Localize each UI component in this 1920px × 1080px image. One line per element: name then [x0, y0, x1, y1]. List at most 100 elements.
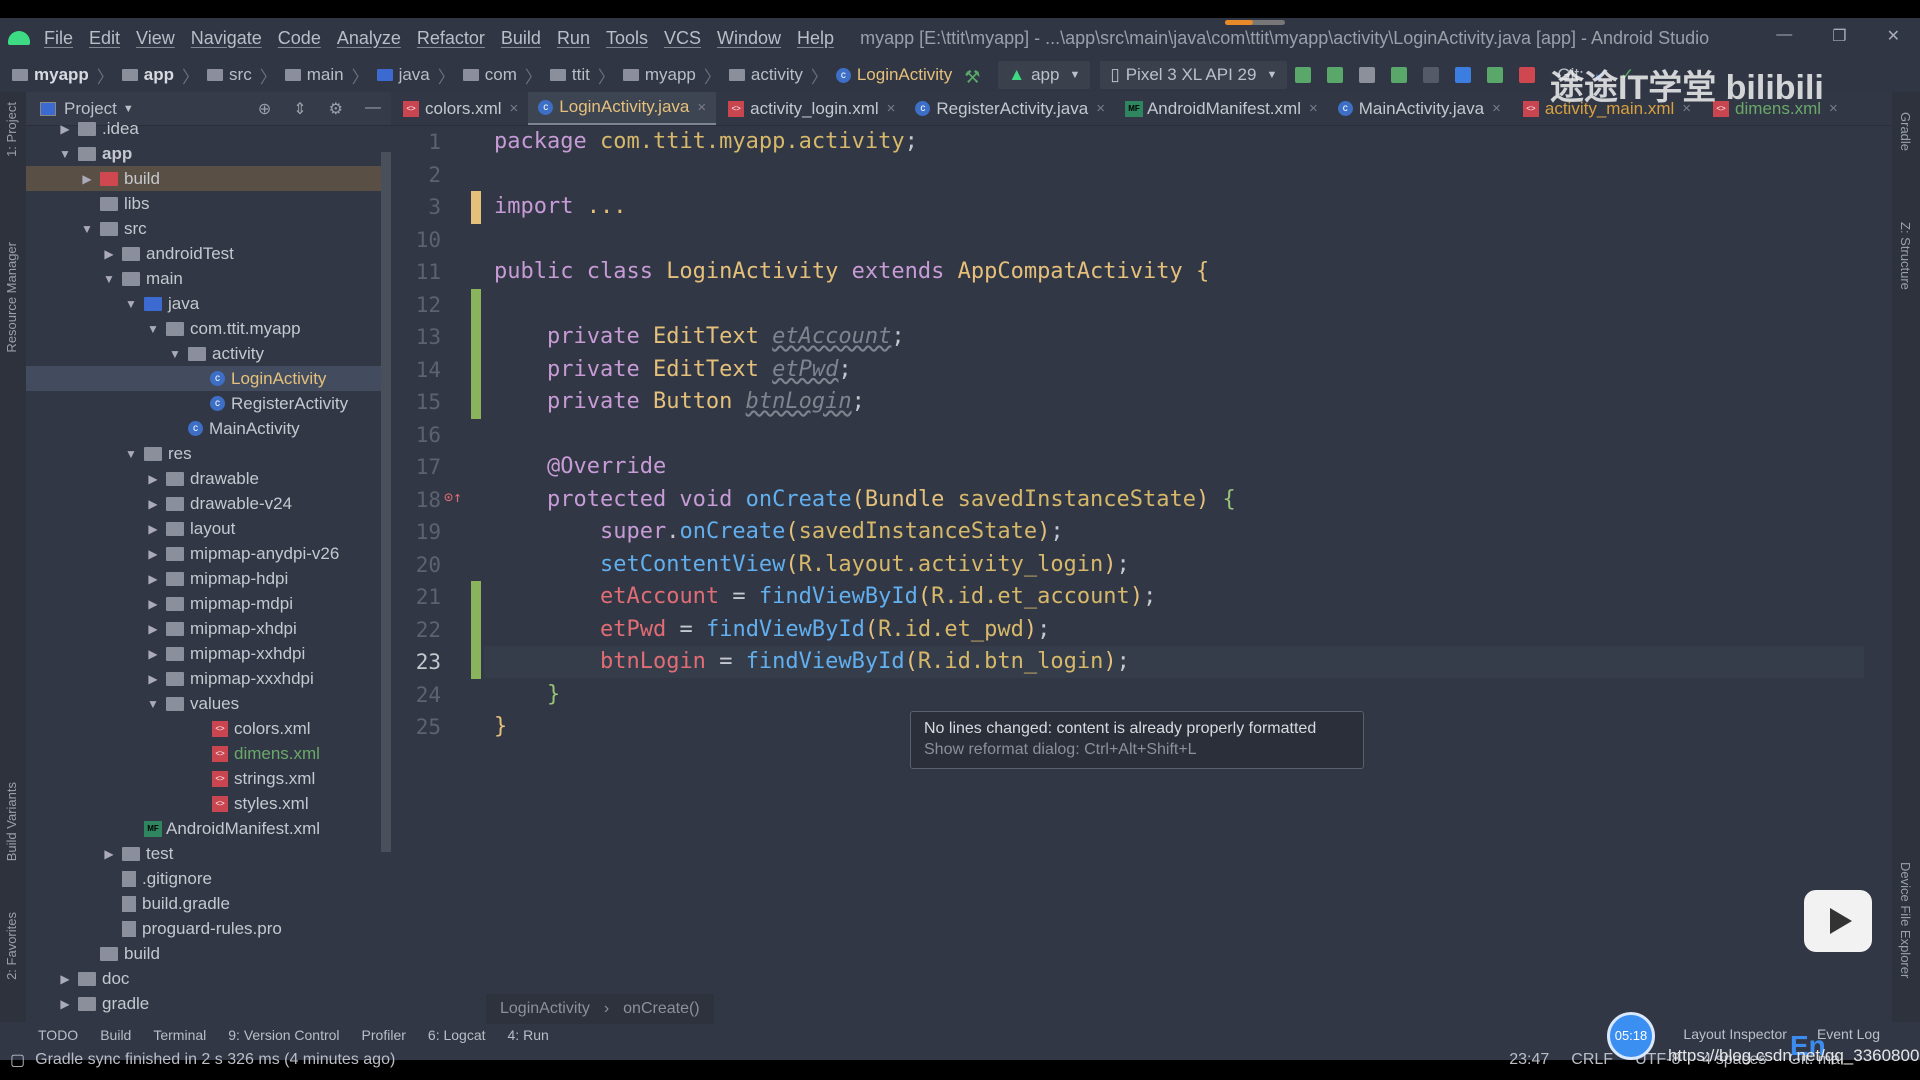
tree-item[interactable]: ▶ .idea: [26, 116, 391, 141]
apply-changes-icon[interactable]: [1295, 67, 1312, 83]
expanded-arrow-icon[interactable]: ▼: [124, 297, 138, 311]
tree-item[interactable]: <> colors.xml: [26, 716, 391, 741]
override-marker-icon[interactable]: ⊙↑: [444, 488, 462, 506]
menu-edit[interactable]: Edit: [89, 28, 120, 48]
breadcrumb-item[interactable]: app: [118, 65, 178, 85]
favorites-tab[interactable]: 2: Favorites: [4, 912, 19, 980]
minimize-button[interactable]: —: [1776, 26, 1792, 46]
tree-item[interactable]: ▶ build: [26, 166, 391, 191]
collapsed-arrow-icon[interactable]: ▶: [102, 847, 116, 861]
code-line[interactable]: private EditText etPwd;: [494, 354, 852, 386]
tree-item[interactable]: MF AndroidManifest.xml: [26, 816, 391, 841]
restore-button[interactable]: ❐: [1832, 26, 1846, 46]
tree-item[interactable]: ▶ drawable-v24: [26, 491, 391, 516]
collapsed-arrow-icon[interactable]: ▶: [102, 247, 116, 261]
breadcrumb-item[interactable]: myapp: [619, 65, 700, 85]
profile-icon[interactable]: [1455, 67, 1472, 83]
menu-help[interactable]: Help: [797, 28, 834, 48]
code-line[interactable]: protected void onCreate(Bundle savedInst…: [494, 484, 1236, 516]
menu-navigate[interactable]: Navigate: [191, 28, 262, 48]
menu-view[interactable]: View: [136, 28, 175, 48]
close-tab-icon[interactable]: ×: [887, 100, 896, 117]
menu-code[interactable]: Code: [278, 28, 321, 48]
collapsed-arrow-icon[interactable]: ▶: [146, 647, 160, 661]
menu-run[interactable]: Run: [557, 28, 590, 48]
resource-manager-tab[interactable]: Resource Manager: [4, 242, 19, 353]
editor-tab[interactable]: MF AndroidManifest.xml ×: [1115, 92, 1328, 125]
device-file-explorer-tab[interactable]: Device File Explorer: [1898, 862, 1913, 978]
tree-item[interactable]: proguard-rules.pro: [26, 916, 391, 941]
layout-inspector-button[interactable]: Layout Inspector: [1683, 1026, 1787, 1042]
collapsed-arrow-icon[interactable]: ▶: [146, 597, 160, 611]
tree-item[interactable]: build.gradle: [26, 891, 391, 916]
menu-file[interactable]: File: [44, 28, 73, 48]
editor-tab[interactable]: <> activity_login.xml ×: [716, 92, 905, 125]
tree-item[interactable]: ▶ mipmap-xxxhdpi: [26, 666, 391, 691]
expanded-arrow-icon[interactable]: ▼: [146, 697, 160, 711]
tooltip-hint[interactable]: Show reformat dialog: Ctrl+Alt+Shift+L: [924, 741, 1350, 759]
tree-item[interactable]: ▶ layout: [26, 516, 391, 541]
project-scrollbar[interactable]: [381, 152, 391, 852]
tree-item[interactable]: ▼ activity: [26, 341, 391, 366]
tree-item[interactable]: <> strings.xml: [26, 766, 391, 791]
build-variants-tab[interactable]: Build Variants: [4, 782, 19, 861]
tree-item[interactable]: build: [26, 941, 391, 966]
breadcrumb-item[interactable]: main: [281, 65, 348, 85]
expanded-arrow-icon[interactable]: ▼: [168, 347, 182, 361]
expanded-arrow-icon[interactable]: ▼: [80, 222, 94, 236]
collapsed-arrow-icon[interactable]: ▶: [146, 547, 160, 561]
structure-tab[interactable]: Z: Structure: [1898, 222, 1913, 290]
menu-build[interactable]: Build: [501, 28, 541, 48]
expanded-arrow-icon[interactable]: ▼: [102, 272, 116, 286]
tree-item[interactable]: ▶ mipmap-xhdpi: [26, 616, 391, 641]
tree-item[interactable]: libs: [26, 191, 391, 216]
run-config-select[interactable]: ▲ app ▼: [998, 61, 1091, 89]
tree-item[interactable]: ▼ app: [26, 141, 391, 166]
close-tab-icon[interactable]: ×: [1096, 100, 1105, 117]
video-play-icon[interactable]: [1804, 890, 1872, 952]
debug-icon[interactable]: [1391, 67, 1408, 83]
change-marker[interactable]: [471, 288, 481, 419]
collapsed-arrow-icon[interactable]: ▶: [58, 997, 72, 1011]
menu-analyze[interactable]: Analyze: [337, 28, 401, 48]
collapsed-arrow-icon[interactable]: ▶: [146, 672, 160, 686]
tree-item[interactable]: c RegisterActivity: [26, 391, 391, 416]
tree-item[interactable]: ▶ test: [26, 841, 391, 866]
caret-position[interactable]: 23:47: [1509, 1051, 1549, 1069]
tree-item[interactable]: c LoginActivity: [26, 366, 391, 391]
expanded-arrow-icon[interactable]: ▼: [124, 447, 138, 461]
expanded-arrow-icon[interactable]: ▼: [146, 322, 160, 336]
editor-tab[interactable]: c MainActivity.java ×: [1328, 92, 1511, 125]
code-line[interactable]: }: [494, 679, 560, 711]
gradle-tab[interactable]: Gradle: [1898, 112, 1913, 151]
collapsed-arrow-icon[interactable]: ▶: [146, 472, 160, 486]
breadcrumb-item[interactable]: myapp: [8, 65, 93, 85]
make-project-icon[interactable]: ⚒: [964, 67, 980, 87]
tree-item[interactable]: ▼ res: [26, 441, 391, 466]
close-tab-icon[interactable]: ×: [510, 100, 519, 117]
stop-icon[interactable]: [1519, 67, 1536, 83]
coverage-icon[interactable]: [1423, 67, 1440, 83]
attach-debugger-icon[interactable]: [1487, 67, 1504, 83]
tool-window-todo[interactable]: TODO: [38, 1027, 78, 1043]
code-line[interactable]: private Button btnLogin;: [494, 386, 865, 418]
tool-window--run[interactable]: 4: Run: [508, 1027, 549, 1043]
tree-item[interactable]: ▼ src: [26, 216, 391, 241]
crumb-method[interactable]: onCreate(): [623, 1000, 699, 1018]
tree-item[interactable]: ▶ mipmap-anydpi-v26: [26, 541, 391, 566]
tree-item[interactable]: ▶ androidTest: [26, 241, 391, 266]
breadcrumb-item[interactable]: activity: [725, 65, 807, 85]
tree-item[interactable]: <> styles.xml: [26, 791, 391, 816]
menu-window[interactable]: Window: [717, 28, 781, 48]
tool-window-profiler[interactable]: Profiler: [362, 1027, 406, 1043]
device-select[interactable]: ▯ Pixel 3 XL API 29 ▼: [1100, 61, 1288, 89]
sync-icon[interactable]: [1359, 67, 1376, 83]
code-line[interactable]: package com.ttit.myapp.activity;: [494, 126, 918, 158]
crumb-class[interactable]: LoginActivity: [500, 1000, 590, 1018]
status-toggle-icon[interactable]: ▢: [10, 1050, 25, 1070]
change-marker[interactable]: [471, 581, 481, 679]
collapsed-arrow-icon[interactable]: ▶: [80, 172, 94, 186]
close-tab-icon[interactable]: ×: [697, 99, 706, 116]
editor-tab[interactable]: <> colors.xml ×: [391, 92, 528, 125]
breadcrumb-item[interactable]: src: [203, 65, 256, 85]
